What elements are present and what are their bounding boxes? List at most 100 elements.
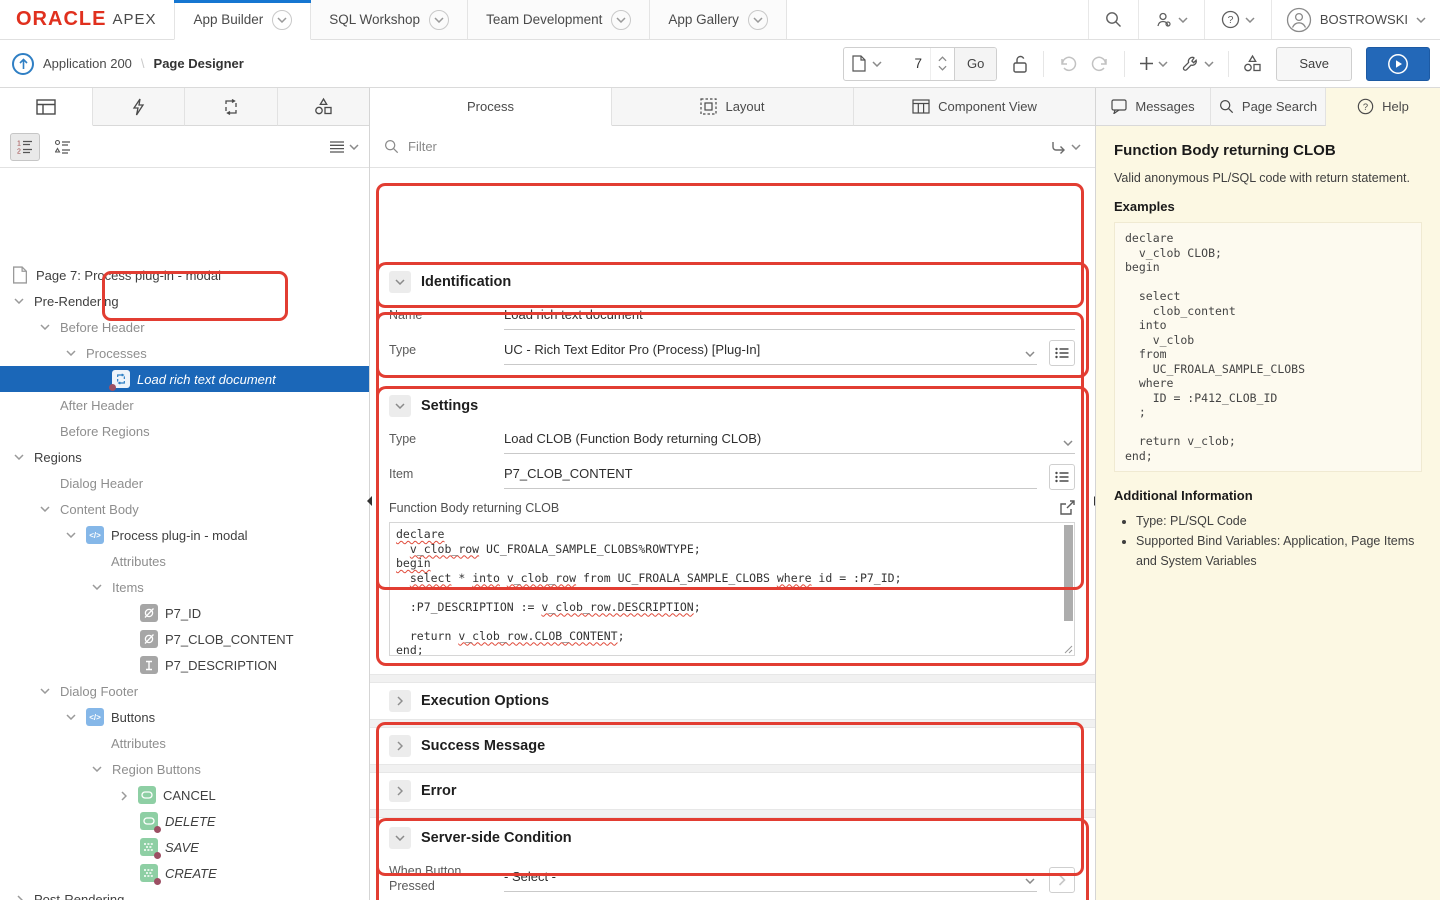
tree-node-create[interactable]: CREATE [0,860,369,886]
chevron-down-icon[interactable] [40,506,52,512]
page-number-input[interactable] [890,48,930,80]
collapsed-section-success-message[interactable]: Success Message [370,728,1095,764]
expand-section-button[interactable] [389,690,411,712]
tree-node-page-7-process-plug-in-modal[interactable]: Page 7: Process plug-in - modal [0,262,369,288]
go-button[interactable]: Go [954,48,996,80]
collapse-left-panel-handle[interactable] [366,492,373,510]
filter-input[interactable] [408,139,1042,154]
undo-button[interactable] [1058,55,1077,72]
tree-node-buttons[interactable]: </>Buttons [0,704,369,730]
tree-node-dialog-footer[interactable]: Dialog Footer [0,678,369,704]
svg-text:1: 1 [17,141,21,148]
type-select[interactable]: UC - Rich Text Editor Pro (Process) [Plu… [504,340,1037,365]
tree-node-after-header[interactable]: After Header [0,392,369,418]
tree-node-attributes[interactable]: Attributes [0,730,369,756]
settings-item-input[interactable]: P7_CLOB_CONTENT [504,464,1037,489]
type-lov-button[interactable] [1049,340,1075,366]
collapsed-section-error[interactable]: Error [370,773,1095,809]
tree-node-regions[interactable]: Regions [0,444,369,470]
chevron-right-icon[interactable] [17,893,23,900]
chevron-down-icon[interactable] [14,454,26,460]
tab-processing[interactable] [185,88,278,126]
tree-node-before-header[interactable]: Before Header [0,314,369,340]
go-to-group-button[interactable] [1051,140,1081,154]
administration-menu-button[interactable] [1138,0,1204,39]
tab-page-search[interactable]: Page Search [1211,88,1326,126]
tab-page-shared-components[interactable] [278,88,370,126]
user-menu-button[interactable]: BOSTROWSKI [1271,0,1440,39]
tab-layout[interactable]: Layout [612,88,854,126]
tab-rendering[interactable] [0,88,93,126]
redo-button[interactable] [1091,55,1110,72]
when-button-pressed-select[interactable]: - Select - [504,867,1037,892]
tree-menu-button[interactable] [329,141,359,153]
expand-section-button[interactable] [389,735,411,757]
collapse-section-button[interactable] [389,395,411,417]
page-unlocked-icon[interactable] [1011,54,1029,74]
search-icon[interactable] [1088,0,1138,39]
tree-node-attributes[interactable]: Attributes [0,548,369,574]
tree-node-processes[interactable]: Processes [0,340,369,366]
chevron-down-icon[interactable] [40,324,52,330]
tree-node-items[interactable]: Items [0,574,369,600]
item-lov-button[interactable] [1049,464,1075,490]
top-tab-sql-workshop[interactable]: SQL Workshop [311,0,468,40]
help-menu-button[interactable]: ? [1204,0,1271,39]
save-and-run-button[interactable] [1366,47,1430,81]
collapse-section-button[interactable] [389,271,411,293]
collapse-section-button[interactable] [389,827,411,849]
chevron-down-icon[interactable] [66,532,78,538]
button-icon [138,786,156,804]
tree-node-before-regions[interactable]: Before Regions [0,418,369,444]
page-number-stepper[interactable] [930,48,954,80]
chevron-down-icon[interactable] [92,584,104,590]
tree-node-delete[interactable]: DELETE [0,808,369,834]
plsql-code-editor[interactable]: declare v_clob_row UC_FROALA_SAMPLE_CLOB… [389,522,1075,656]
tab-dynamic-actions[interactable] [93,88,186,126]
page-finder-button[interactable] [844,48,890,80]
tree-node-p7-description[interactable]: P7_DESCRIPTION [0,652,369,678]
top-tab-team-development[interactable]: Team Development [468,0,650,40]
shared-components-button[interactable] [1243,54,1262,73]
utilities-menu-button[interactable] [1182,55,1214,73]
tab-process[interactable]: Process [370,88,612,126]
editor-resize-grip[interactable] [1064,645,1073,654]
tab-messages[interactable]: Messages [1096,88,1211,126]
chevron-down-icon[interactable] [66,714,78,720]
tree-node-dialog-header[interactable]: Dialog Header [0,470,369,496]
editor-scrollbar[interactable] [1064,525,1073,621]
chevron-down-icon[interactable] [14,298,26,304]
create-menu-button[interactable] [1139,56,1168,71]
tree-node-content-body[interactable]: Content Body [0,496,369,522]
chevron-down-icon[interactable] [66,350,78,356]
name-input[interactable]: Load rich text document [504,305,1075,330]
tree-node-p7-clob-content[interactable]: P7_CLOB_CONTENT [0,626,369,652]
open-code-editor-icon[interactable] [1060,500,1075,515]
tree-node-save[interactable]: SAVE [0,834,369,860]
tree-node-region-buttons[interactable]: Region Buttons [0,756,369,782]
chevron-right-icon[interactable] [121,789,127,801]
tree-node-process-plug-in-modal[interactable]: </>Process plug-in - modal [0,522,369,548]
tree-node-cancel[interactable]: CANCEL [0,782,369,808]
tab-component-view-label: Component View [938,99,1037,114]
order-by-component-type-button[interactable] [48,133,78,161]
top-tab-app-builder[interactable]: App Builder [174,0,311,40]
top-tab-app-gallery[interactable]: App Gallery [650,0,787,40]
breadcrumb-application[interactable]: Application 200 [43,56,132,71]
tree-node-pre-rendering[interactable]: Pre-Rendering [0,288,369,314]
tab-component-view[interactable]: Component View [854,88,1095,126]
order-by-processing-order-button[interactable]: 12 [10,133,40,161]
go-to-button-button[interactable] [1049,867,1075,893]
tab-help[interactable]: ? Help [1326,88,1440,126]
expand-section-button[interactable] [389,780,411,802]
tree-node-p7-id[interactable]: P7_ID [0,600,369,626]
tree-node-load-rich-text-document[interactable]: Load rich text document [0,366,369,392]
chevron-down-icon[interactable] [92,766,104,772]
chevron-down-icon[interactable] [40,688,52,694]
settings-type-select[interactable]: Load CLOB (Function Body returning CLOB) [504,429,1075,454]
oracle-apex-logo[interactable]: ORACLE APEX [0,0,174,39]
go-to-application-button[interactable] [12,53,34,75]
collapsed-section-execution-options[interactable]: Execution Options [370,683,1095,719]
save-button[interactable]: Save [1276,47,1352,81]
tree-node-post-rendering[interactable]: Post-Rendering [0,886,369,900]
